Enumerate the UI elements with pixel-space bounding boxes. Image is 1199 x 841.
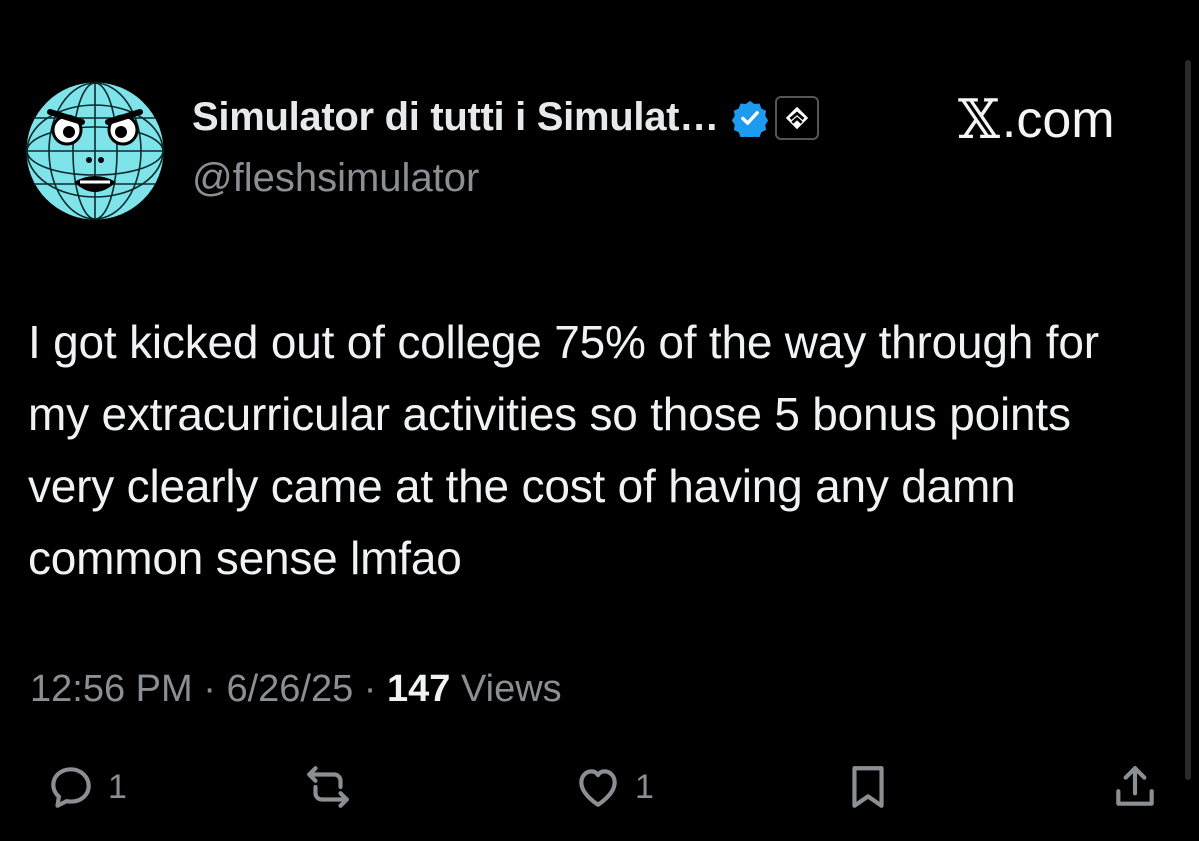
bookmark-icon bbox=[852, 766, 884, 808]
post-action-bar: 1 1 bbox=[0, 762, 1199, 832]
x-brand-logo[interactable]: 𝕏 .com bbox=[958, 88, 1115, 151]
meta-separator: · bbox=[192, 668, 227, 710]
repost-button[interactable] bbox=[303, 762, 365, 812]
x-logo-icon: 𝕏 bbox=[958, 88, 1000, 151]
author-display-name[interactable]: Simulator di tutti i Simulat… bbox=[192, 95, 719, 140]
bookmark-button[interactable] bbox=[843, 762, 893, 812]
author-name-row: Simulator di tutti i Simulat… bbox=[192, 95, 819, 140]
post-text: I got kicked out of college 75% of the w… bbox=[28, 316, 1099, 584]
views-label: Views bbox=[450, 668, 562, 710]
post-meta: 12:56 PM · 6/26/25 · 147 Views bbox=[30, 668, 562, 711]
reply-count: 1 bbox=[108, 767, 127, 806]
repost-icon bbox=[307, 766, 349, 808]
reply-button[interactable]: 1 bbox=[46, 762, 127, 812]
share-icon bbox=[1116, 766, 1154, 806]
share-button[interactable] bbox=[1110, 762, 1160, 812]
views-count: 147 bbox=[387, 668, 451, 710]
avatar[interactable] bbox=[22, 78, 168, 224]
heart-icon bbox=[579, 769, 617, 807]
post-time[interactable]: 12:56 PM bbox=[30, 668, 193, 710]
like-count: 1 bbox=[635, 767, 654, 806]
author-handle[interactable]: @fleshsimulator bbox=[192, 156, 479, 201]
reply-icon bbox=[51, 767, 91, 808]
scrollbar[interactable] bbox=[1185, 60, 1191, 780]
post-date[interactable]: 6/26/25 bbox=[226, 668, 353, 710]
affiliate-badge-icon[interactable] bbox=[774, 95, 819, 140]
verified-badge-icon[interactable] bbox=[731, 99, 769, 137]
meta-separator: · bbox=[353, 668, 388, 710]
globe-face-icon bbox=[23, 79, 167, 223]
like-button[interactable]: 1 bbox=[573, 762, 654, 812]
brand-label: .com bbox=[1001, 90, 1115, 149]
